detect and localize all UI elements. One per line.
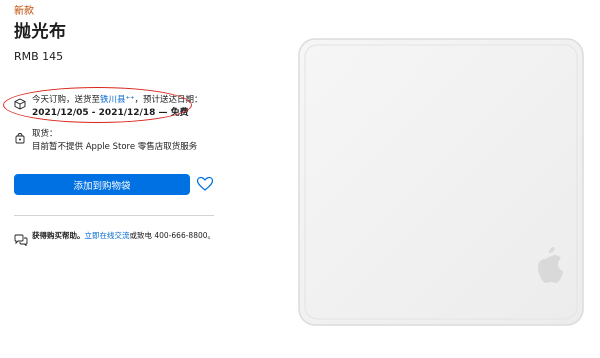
help-tail: 或致电 400-666-8800。 [129,231,216,240]
pickup-label: 取货： [32,129,58,139]
product-image [297,37,585,331]
divider [14,215,214,216]
heart-icon[interactable] [196,175,214,193]
product-price: RMB 145 [14,50,64,63]
chat-link[interactable]: 立即在线交流 [85,231,130,240]
add-to-bag-button[interactable]: 添加到购物袋 [14,174,190,195]
product-page: 新款 抛光布 RMB 145 今天订购，送货至铁川县⁺⁺，预计送达日期： 202… [0,0,600,358]
pickup-info: 取货： 目前暂不提供 Apple Store 零售店取货服务 [14,128,197,154]
help-lead: 获得购买帮助。 [32,231,85,240]
help-text: 获得购买帮助。立即在线交流或致电 400-666-8800。 [32,230,215,242]
polishing-cloth-image [298,38,584,326]
product-title: 抛光布 [14,22,67,42]
highlight-ellipse [3,87,192,123]
purchase-help: 获得购买帮助。立即在线交流或致电 400-666-8800。 [14,230,215,247]
store-bag-icon [14,129,26,144]
chat-bubbles-icon [14,231,28,247]
pickup-text: 取货： 目前暂不提供 Apple Store 零售店取货服务 [32,128,197,154]
new-badge: 新款 [14,6,34,17]
pickup-note: 目前暂不提供 Apple Store 零售店取货服务 [32,142,198,152]
